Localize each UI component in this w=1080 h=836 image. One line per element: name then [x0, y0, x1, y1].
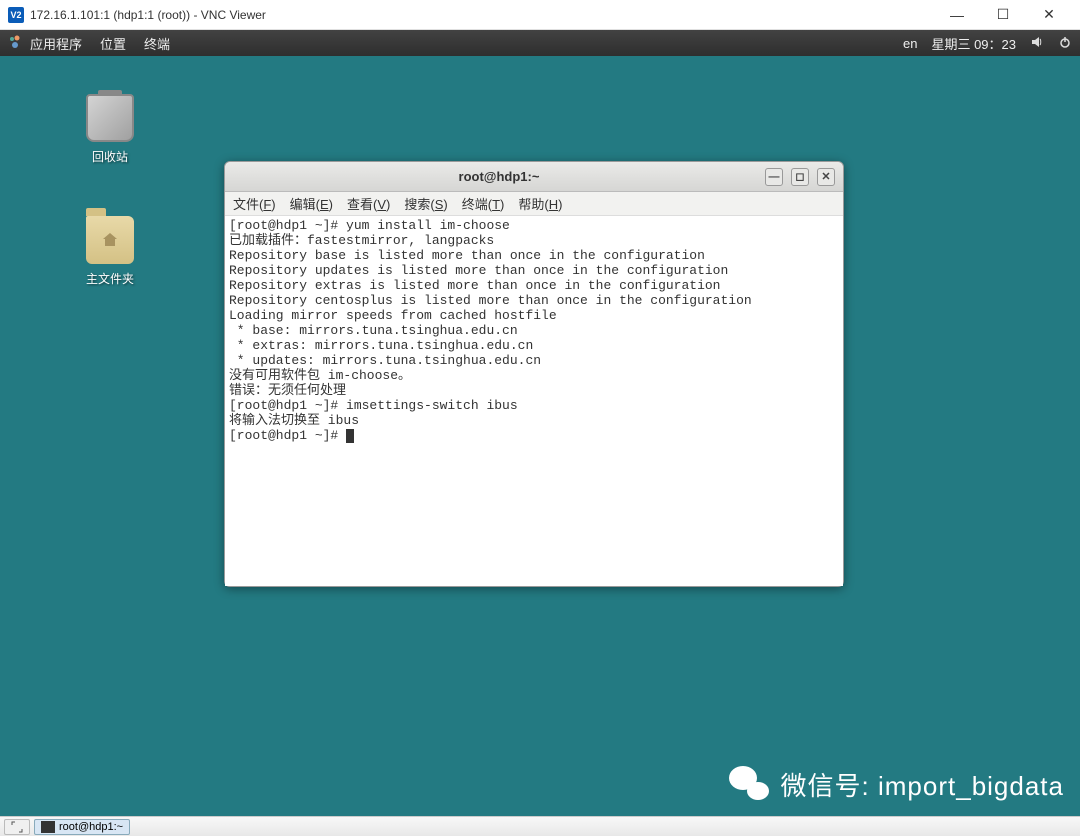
taskbar-task-terminal[interactable]: root@hdp1:~ [34, 819, 130, 835]
menu-terminal[interactable]: 终端(T) [462, 194, 505, 213]
terminal-task-icon [41, 821, 55, 833]
maximize-button[interactable]: ☐ [980, 0, 1026, 30]
menu-search[interactable]: 搜索(S) [404, 194, 447, 213]
volume-icon[interactable] [1030, 35, 1044, 52]
terminal-window: root@hdp1:~ — ◻ ✕ 文件(F) 编辑(E) 查看(V) 搜索(S… [224, 161, 844, 587]
terminal-title: root@hdp1:~ [233, 169, 765, 184]
desktop[interactable]: 回收站 主文件夹 root@hdp1:~ — ◻ ✕ 文件(F) 编辑(E) 查… [0, 56, 1080, 816]
panel-language[interactable]: en [903, 36, 917, 51]
terminal-line: Repository extras is listed more than on… [229, 278, 839, 293]
terminal-maximize-button[interactable]: ◻ [791, 168, 809, 186]
terminal-line: * extras: mirrors.tuna.tsinghua.edu.cn [229, 338, 839, 353]
power-icon[interactable] [1058, 35, 1072, 52]
wechat-icon [727, 762, 771, 806]
terminal-line: 已加载插件：fastestmirror, langpacks [229, 233, 839, 248]
menu-edit[interactable]: 编辑(E) [290, 194, 333, 213]
terminal-titlebar[interactable]: root@hdp1:~ — ◻ ✕ [225, 162, 843, 192]
home-label: 主文件夹 [70, 270, 150, 287]
terminal-line: Loading mirror speeds from cached hostfi… [229, 308, 839, 323]
desktop-icon-trash[interactable]: 回收站 [70, 94, 150, 165]
vnc-window-title: 172.16.1.101:1 (hdp1:1 (root)) - VNC Vie… [30, 8, 934, 22]
fullscreen-toggle-button[interactable] [4, 819, 30, 835]
terminal-line: Repository centosplus is listed more tha… [229, 293, 839, 308]
terminal-line: [root@hdp1 ~]# yum install im-choose [229, 218, 839, 233]
desktop-icon-home[interactable]: 主文件夹 [70, 216, 150, 287]
minimize-button[interactable]: — [934, 0, 980, 30]
terminal-cursor [346, 429, 354, 443]
panel-places[interactable]: 位置 [100, 34, 126, 53]
folder-icon [86, 216, 134, 264]
terminal-line: Repository base is listed more than once… [229, 248, 839, 263]
vnc-titlebar: V2 172.16.1.101:1 (hdp1:1 (root)) - VNC … [0, 0, 1080, 30]
terminal-close-button[interactable]: ✕ [817, 168, 835, 186]
menu-file[interactable]: 文件(F) [233, 194, 276, 213]
terminal-line: Repository updates is listed more than o… [229, 263, 839, 278]
terminal-body[interactable]: [root@hdp1 ~]# yum install im-choose已加载插… [225, 216, 843, 586]
terminal-line: [root@hdp1 ~]# imsettings-switch ibus [229, 398, 839, 413]
terminal-menubar: 文件(F) 编辑(E) 查看(V) 搜索(S) 终端(T) 帮助(H) [225, 192, 843, 216]
gnome-top-panel: 应用程序 位置 终端 en 星期三 09：23 [0, 30, 1080, 56]
bottom-taskbar: root@hdp1:~ [0, 816, 1080, 836]
trash-icon [86, 94, 134, 142]
trash-label: 回收站 [70, 148, 150, 165]
watermark-text: 微信号: import_bigdata [781, 766, 1064, 803]
gnome-logo-icon [8, 35, 24, 51]
close-button[interactable]: ✕ [1026, 0, 1072, 30]
terminal-line: 将输入法切换至 ibus [229, 413, 839, 428]
menu-view[interactable]: 查看(V) [347, 194, 390, 213]
terminal-line: * updates: mirrors.tuna.tsinghua.edu.cn [229, 353, 839, 368]
menu-help[interactable]: 帮助(H) [518, 194, 562, 213]
vnc-app-icon: V2 [8, 7, 24, 23]
terminal-line: [root@hdp1 ~]# [229, 428, 839, 443]
panel-clock[interactable]: 星期三 09：23 [931, 34, 1016, 53]
panel-terminal[interactable]: 终端 [144, 34, 170, 53]
terminal-line: 错误：无须任何处理 [229, 383, 839, 398]
terminal-line: * base: mirrors.tuna.tsinghua.edu.cn [229, 323, 839, 338]
terminal-minimize-button[interactable]: — [765, 168, 783, 186]
terminal-line: 没有可用软件包 im-choose。 [229, 368, 839, 383]
watermark: 微信号: import_bigdata [727, 762, 1064, 806]
panel-applications[interactable]: 应用程序 [30, 34, 82, 53]
taskbar-task-label: root@hdp1:~ [59, 821, 123, 833]
